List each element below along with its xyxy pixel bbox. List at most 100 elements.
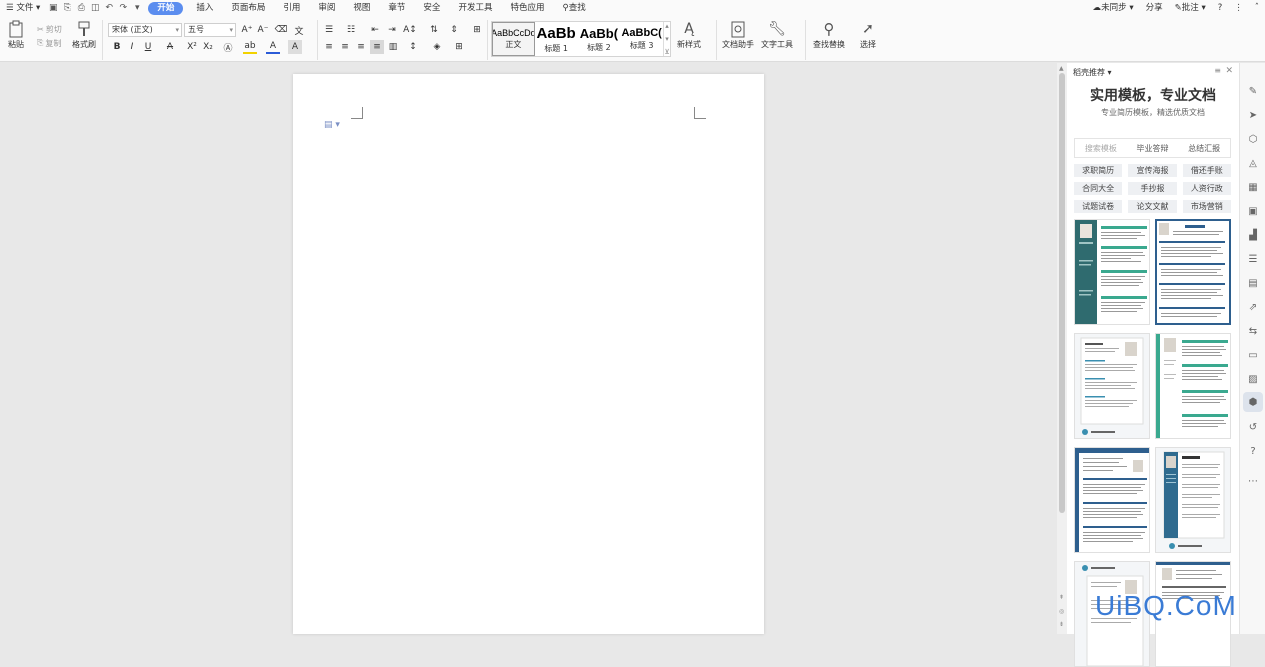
borders-icon[interactable]: ⊞: [452, 40, 466, 54]
text-tools-button[interactable]: 🔧︎ 文字工具: [761, 19, 793, 50]
bold-icon[interactable]: B: [110, 40, 124, 54]
text-direction-icon[interactable]: A↕: [403, 23, 417, 37]
tab-developer[interactable]: 开发工具: [449, 0, 501, 16]
file-menu[interactable]: ☰ 文件 ▾: [0, 0, 46, 16]
style-heading-2[interactable]: AaBb( 标题 2: [578, 22, 621, 56]
pen-icon[interactable]: ✎: [1246, 84, 1260, 98]
new-style-button[interactable]: Ą 新样式: [677, 19, 701, 50]
italic-icon[interactable]: I: [125, 40, 139, 54]
template-thumbnail[interactable]: [1155, 333, 1231, 439]
line-spacing-icon[interactable]: ⇕: [447, 23, 461, 37]
scrollbar-thumb[interactable]: [1059, 73, 1065, 513]
shrink-font-icon[interactable]: A⁻: [256, 23, 270, 37]
doc-assistant-button[interactable]: 文档助手: [722, 19, 754, 50]
comment-button[interactable]: ✎批注 ▾: [1169, 0, 1212, 16]
search-command[interactable]: ⚲查找: [553, 0, 594, 16]
redo-icon[interactable]: ↷: [116, 0, 130, 16]
clear-format-icon[interactable]: ⌫: [274, 23, 288, 37]
page-nav-icon[interactable]: ◎: [1059, 608, 1064, 615]
undo-icon[interactable]: ↶: [102, 0, 116, 16]
style-heading-1[interactable]: AaBb 标题 1: [535, 22, 578, 56]
scroll-up-icon[interactable]: ▲: [1059, 65, 1064, 72]
print-preview-icon[interactable]: ◫: [88, 0, 102, 16]
decrease-indent-icon[interactable]: ⇤: [368, 23, 382, 37]
tag-marketing[interactable]: 市场营销: [1182, 200, 1231, 213]
sync-status-button[interactable]: ☁未同步 ▾: [1087, 0, 1140, 16]
search-tab-summary[interactable]: 总结汇报: [1178, 143, 1230, 154]
superscript-icon[interactable]: X²: [185, 40, 199, 54]
sort-icon[interactable]: ⇅: [427, 23, 441, 37]
more-icon[interactable]: ⋮: [1228, 0, 1249, 16]
template-thumbnail[interactable]: [1074, 447, 1150, 553]
chart-icon[interactable]: ▟: [1246, 228, 1260, 242]
template-thumbnail[interactable]: [1155, 447, 1231, 553]
template-shield-icon[interactable]: ⬢: [1243, 392, 1263, 412]
style-normal[interactable]: AaBbCcDd 正文: [492, 22, 535, 56]
tab-chapter[interactable]: 章节: [379, 0, 414, 16]
font-name-select[interactable]: 宋体 (正文): [108, 23, 182, 37]
paragraph-spacing-icon[interactable]: ↕: [406, 40, 420, 54]
increase-indent-icon[interactable]: ⇥: [385, 23, 399, 37]
justify-icon[interactable]: ≡: [370, 40, 384, 54]
help-circle-icon[interactable]: ?: [1246, 444, 1260, 458]
template-thumbnail[interactable]: [1074, 333, 1150, 439]
vertical-scrollbar[interactable]: ▲ ⇞ ◎ ⇟: [1057, 63, 1067, 634]
tag-handwritten-paper[interactable]: 手抄报: [1128, 182, 1177, 195]
archive-icon[interactable]: ▭: [1246, 348, 1260, 362]
copy-button[interactable]: ⎘ 复制: [37, 36, 62, 50]
tag-papers[interactable]: 论文文献: [1128, 200, 1177, 213]
shading-icon[interactable]: ◈: [430, 40, 444, 54]
previous-page-icon[interactable]: ⇞: [1059, 594, 1064, 601]
export-icon[interactable]: ⇗: [1246, 300, 1260, 314]
format-painter-button[interactable]: 格式刷: [72, 19, 96, 50]
text-effect-icon[interactable]: Ⓐ: [221, 40, 235, 54]
tab-insert[interactable]: 插入: [187, 0, 222, 16]
print-icon[interactable]: ⎙: [74, 0, 88, 16]
search-tab-graduation[interactable]: 毕业答辩: [1127, 143, 1179, 154]
tag-hr-admin[interactable]: 人资行政: [1182, 182, 1231, 195]
font-size-select[interactable]: 五号: [184, 23, 236, 37]
align-center-icon[interactable]: ≡: [338, 40, 352, 54]
tag-poster[interactable]: 宣传海报: [1128, 164, 1177, 177]
tab-references[interactable]: 引用: [274, 0, 309, 16]
distribute-icon[interactable]: ▥: [386, 40, 400, 54]
table-icon[interactable]: ⊞: [470, 23, 484, 37]
image-icon[interactable]: ▨: [1246, 372, 1260, 386]
history-icon[interactable]: ↺: [1246, 420, 1260, 434]
underline-icon[interactable]: U: [141, 40, 155, 54]
grow-font-icon[interactable]: A⁺: [240, 23, 254, 37]
cut-button[interactable]: ✂ 剪切: [37, 22, 62, 36]
next-page-icon[interactable]: ⇟: [1059, 621, 1064, 628]
tab-home[interactable]: 开始: [148, 1, 184, 15]
subscript-icon[interactable]: X₂: [201, 40, 215, 54]
tag-notes[interactable]: 借还手账: [1182, 164, 1231, 177]
template-thumbnail[interactable]: [1155, 219, 1231, 325]
apps-icon[interactable]: ▣: [1246, 204, 1260, 218]
save-icon[interactable]: ▣: [46, 0, 60, 16]
share-button[interactable]: 分享: [1140, 0, 1169, 16]
tab-special-apps[interactable]: 特色应用: [501, 0, 553, 16]
collapse-ribbon-icon[interactable]: ˆ: [1249, 0, 1265, 16]
document-page[interactable]: ▤ ▾: [293, 74, 764, 634]
export-pdf-icon[interactable]: ⎘: [60, 0, 74, 16]
close-icon[interactable]: ✕: [1225, 66, 1233, 76]
panel-title[interactable]: 稻壳推荐 ▾: [1073, 67, 1112, 78]
style-gallery-scroll[interactable]: ▴ ▾ ⊻: [663, 22, 670, 56]
tab-security[interactable]: 安全: [414, 0, 449, 16]
align-left-icon[interactable]: ≡: [322, 40, 336, 54]
bullet-list-icon[interactable]: ☰: [322, 23, 336, 37]
select-button[interactable]: ➚ 选择: [858, 19, 878, 50]
adjust-icon[interactable]: ☰: [1246, 252, 1260, 266]
template-search-input[interactable]: 搜索模板: [1075, 143, 1127, 154]
pinyin-guide-icon[interactable]: 文: [292, 23, 306, 37]
align-right-icon[interactable]: ≡: [354, 40, 368, 54]
customize-dropdown-icon[interactable]: ▾: [130, 0, 144, 16]
cursor-select-icon[interactable]: ➤: [1246, 108, 1260, 122]
strikethrough-icon[interactable]: A: [163, 40, 177, 54]
tag-resume[interactable]: 求职简历: [1074, 164, 1123, 177]
tab-view[interactable]: 视图: [344, 0, 379, 16]
document-icon[interactable]: ▤: [1246, 276, 1260, 290]
numbered-list-icon[interactable]: ☷: [344, 23, 358, 37]
template-thumbnail[interactable]: [1074, 219, 1150, 325]
find-replace-button[interactable]: ⚲ 查找替换: [813, 19, 845, 50]
